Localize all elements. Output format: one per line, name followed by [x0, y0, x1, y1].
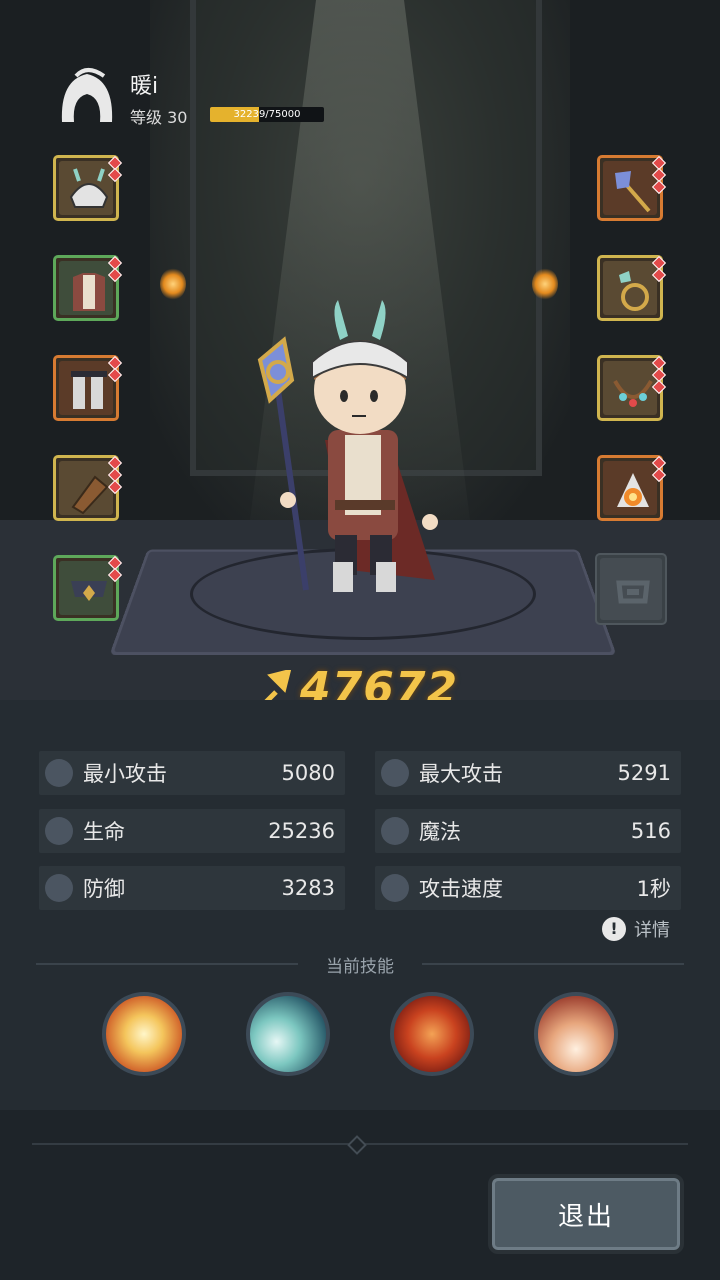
xp-bar: 32239/75000	[210, 107, 324, 122]
frost-nova-skill-icon[interactable]	[246, 992, 330, 1076]
boots-icon	[71, 371, 107, 409]
details-label: 详情	[634, 920, 670, 941]
ring-icon	[619, 271, 649, 311]
stat-label: 魔法	[419, 820, 461, 844]
sunburst-skill-icon[interactable]	[102, 992, 186, 1076]
stat-min-attack: 最小攻击 5080	[39, 751, 345, 795]
player-level: 等级 30	[130, 108, 188, 127]
details-link[interactable]: ! 详情	[602, 916, 670, 942]
stat-value: 516	[630, 819, 671, 843]
stat-label: 防御	[83, 877, 125, 901]
exit-button[interactable]: 退出	[488, 1174, 684, 1254]
equip-slot-weapon[interactable]	[597, 155, 667, 221]
torch-icon	[160, 268, 186, 300]
stat-label: 最大攻击	[419, 762, 503, 786]
necklace-icon	[613, 379, 653, 407]
crown-icon	[71, 581, 107, 601]
divider-left	[36, 963, 298, 965]
stat-max-attack: 最大攻击 5291	[375, 751, 681, 795]
stat-label: 生命	[83, 820, 125, 844]
speed-icon	[381, 874, 409, 902]
stat-value: 5291	[617, 761, 671, 785]
fire-charm-icon	[617, 473, 649, 507]
stat-label: 攻击速度	[419, 877, 503, 901]
equip-slot-charm[interactable]	[597, 455, 667, 521]
stat-value: 25236	[268, 819, 335, 843]
equip-slot-empty[interactable]	[595, 553, 667, 625]
equip-slot-gauntlet[interactable]	[53, 455, 123, 521]
staff-icon	[615, 171, 651, 213]
shield-icon	[45, 874, 73, 902]
stat-value: 5080	[281, 761, 335, 785]
heart-icon	[45, 817, 73, 845]
sword-icon	[381, 759, 409, 787]
player-avatar-icon[interactable]	[56, 64, 118, 126]
xp-text: 32239/75000	[233, 109, 301, 120]
equip-slot-ring[interactable]	[597, 255, 667, 321]
divider-right	[422, 963, 684, 965]
equip-slot-boots[interactable]	[53, 355, 123, 421]
equip-slot-necklace[interactable]	[597, 355, 667, 421]
stat-attack-speed: 攻击速度 1秒	[375, 866, 681, 910]
empty-slot-icon	[616, 580, 650, 604]
equip-slot-crown[interactable]	[53, 555, 123, 621]
gauntlet-icon	[71, 475, 109, 515]
equip-slot-helmet[interactable]	[53, 155, 123, 221]
skills-title: 当前技能	[326, 957, 394, 977]
equip-slot-armor[interactable]	[53, 255, 123, 321]
player-character[interactable]	[240, 300, 460, 610]
torch-icon	[532, 268, 558, 300]
helmet-icon	[69, 168, 109, 208]
exclamation-icon: !	[602, 917, 626, 941]
sword-icon	[45, 759, 73, 787]
player-name: 暖i	[130, 74, 159, 99]
stat-value: 1秒	[636, 877, 671, 901]
fire-vortex-skill-icon[interactable]	[390, 992, 474, 1076]
stat-value: 3283	[281, 876, 335, 900]
stat-mp: 魔法 516	[375, 809, 681, 853]
blade-storm-skill-icon[interactable]	[534, 992, 618, 1076]
armor-icon	[73, 273, 105, 311]
stat-hp: 生命 25236	[39, 809, 345, 853]
stat-label: 最小攻击	[83, 762, 167, 786]
magic-swirl-icon	[381, 817, 409, 845]
stat-defense: 防御 3283	[39, 866, 345, 910]
